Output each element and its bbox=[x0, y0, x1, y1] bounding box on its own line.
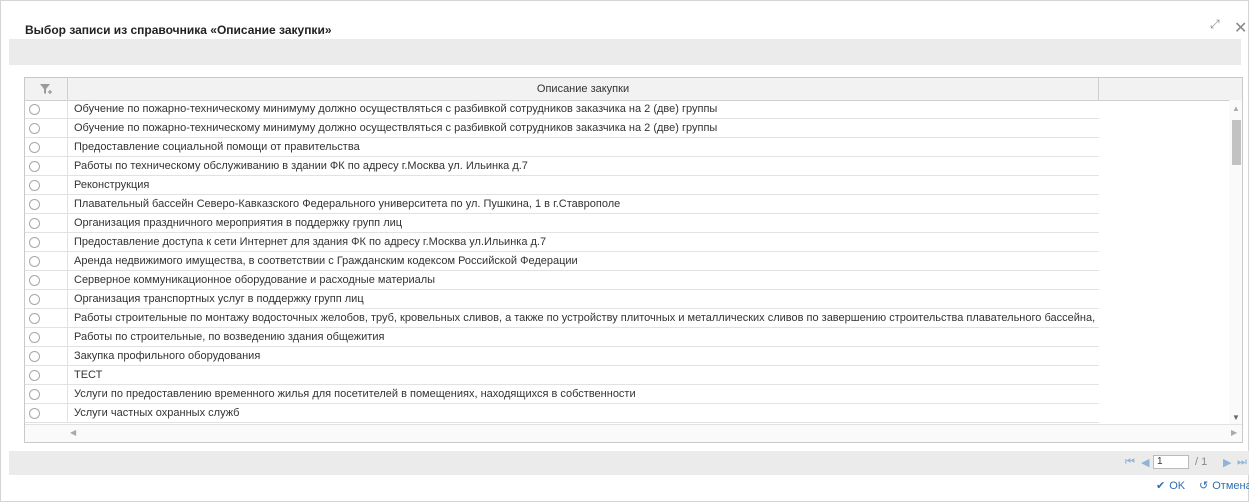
table-row[interactable]: Работы по строительные, по возведению зд… bbox=[25, 328, 1099, 347]
undo-icon: ↺ bbox=[1199, 480, 1209, 492]
toolbar-strip bbox=[9, 39, 1241, 65]
table-row[interactable]: Закупка профильного оборудования bbox=[25, 347, 1099, 366]
table-row[interactable]: Услуги частных охранных служб bbox=[25, 404, 1099, 423]
grid-rows: Обучение по пожарно-техническому минимум… bbox=[25, 100, 1099, 424]
table-row[interactable]: Плавательный бассейн Северо-Кавказского … bbox=[25, 195, 1099, 214]
row-description: Серверное коммуникационное оборудование … bbox=[74, 274, 436, 286]
row-description: Организация праздничного мероприятия в п… bbox=[74, 217, 403, 229]
table-row[interactable]: Обучение по пожарно-техническому минимум… bbox=[25, 100, 1099, 119]
row-radio[interactable] bbox=[29, 389, 40, 400]
prev-page-icon[interactable]: ◀ bbox=[1141, 456, 1149, 469]
row-radio[interactable] bbox=[29, 313, 40, 324]
page-number-input[interactable]: 1 bbox=[1153, 455, 1189, 469]
column-header-empty bbox=[1099, 78, 1242, 100]
pager-bar: ⏮ ◀ 1 / 1 ▶ ⏭ bbox=[9, 451, 1249, 475]
row-radio[interactable] bbox=[29, 218, 40, 229]
close-icon[interactable]: ✕ bbox=[1234, 18, 1247, 38]
row-description: Работы строительные по монтажу водосточн… bbox=[74, 312, 1096, 324]
table-row[interactable]: Услуги по предоставлению временного жиль… bbox=[25, 385, 1099, 404]
row-description: Услуги по предоставлению временного жиль… bbox=[74, 388, 636, 400]
row-description: Работы по техническому обслуживанию в зд… bbox=[74, 160, 528, 172]
cancel-label: Отмена bbox=[1212, 480, 1249, 492]
table-row[interactable]: Работы по техническому обслуживанию в зд… bbox=[25, 157, 1099, 176]
table-row[interactable]: Организация транспортных услуг в поддерж… bbox=[25, 290, 1099, 309]
scroll-left-icon[interactable]: ◀ bbox=[70, 428, 76, 437]
records-grid: Описание закупки Обучение по пожарно-тех… bbox=[24, 77, 1243, 443]
row-description: Предоставление социальной помощи от прав… bbox=[74, 141, 360, 153]
dialog-window: Выбор записи из справочника «Описание за… bbox=[0, 0, 1249, 502]
table-row[interactable]: Предоставление доступа к сети Интернет д… bbox=[25, 233, 1099, 252]
row-description: Реконструкция bbox=[74, 179, 150, 191]
row-radio[interactable] bbox=[29, 294, 40, 305]
dialog-title: Выбор записи из справочника «Описание за… bbox=[25, 23, 332, 37]
row-radio[interactable] bbox=[29, 123, 40, 134]
row-radio[interactable] bbox=[29, 408, 40, 419]
row-radio[interactable] bbox=[29, 142, 40, 153]
row-radio[interactable] bbox=[29, 199, 40, 210]
table-row[interactable]: Организация праздничного мероприятия в п… bbox=[25, 214, 1099, 233]
next-page-icon[interactable]: ▶ bbox=[1223, 456, 1231, 469]
table-row[interactable]: Предоставление социальной помощи от прав… bbox=[25, 138, 1099, 157]
row-radio[interactable] bbox=[29, 104, 40, 115]
row-radio[interactable] bbox=[29, 332, 40, 343]
row-description: Организация транспортных услуг в поддерж… bbox=[74, 293, 364, 305]
dialog-title-bar: Выбор записи из справочника «Описание за… bbox=[1, 1, 1248, 39]
row-description: Обучение по пожарно-техническому минимум… bbox=[74, 103, 718, 115]
row-description: Обучение по пожарно-техническому минимум… bbox=[74, 122, 718, 134]
row-radio[interactable] bbox=[29, 275, 40, 286]
row-description: Аренда недвижимого имущества, в соответс… bbox=[74, 255, 578, 267]
scroll-thumb[interactable] bbox=[1232, 120, 1241, 165]
table-row[interactable]: Аренда недвижимого имущества, в соответс… bbox=[25, 252, 1099, 271]
row-description: Закупка профильного оборудования bbox=[74, 350, 261, 362]
cancel-button[interactable]: ↺ Отмена bbox=[1199, 479, 1249, 492]
scroll-up-icon[interactable]: ▲ bbox=[1232, 104, 1240, 113]
filter-icon[interactable] bbox=[25, 78, 68, 100]
table-row[interactable]: Работы строительные по монтажу водосточн… bbox=[25, 309, 1099, 328]
maximize-icon[interactable]: ⤢ bbox=[1210, 17, 1220, 32]
row-radio[interactable] bbox=[29, 237, 40, 248]
page-total: / 1 bbox=[1195, 456, 1208, 468]
table-row[interactable]: Обучение по пожарно-техническому минимум… bbox=[25, 119, 1099, 138]
row-radio[interactable] bbox=[29, 370, 40, 381]
table-row[interactable]: Реконструкция bbox=[25, 176, 1099, 195]
scroll-down-icon[interactable]: ▼ bbox=[1232, 413, 1240, 422]
ok-button[interactable]: ✔ OK bbox=[1156, 479, 1185, 492]
row-description: Плавательный бассейн Северо-Кавказского … bbox=[74, 198, 621, 210]
row-radio[interactable] bbox=[29, 256, 40, 267]
column-header-description[interactable]: Описание закупки bbox=[68, 78, 1099, 100]
row-description: Предоставление доступа к сети Интернет д… bbox=[74, 236, 547, 248]
ok-label: OK bbox=[1169, 480, 1186, 492]
row-description: Услуги частных охранных служб bbox=[74, 407, 240, 419]
grid-header: Описание закупки bbox=[25, 78, 1242, 101]
row-radio[interactable] bbox=[29, 351, 40, 362]
vertical-scrollbar[interactable]: ▲ ▼ bbox=[1229, 100, 1242, 424]
row-radio[interactable] bbox=[29, 161, 40, 172]
first-page-icon[interactable]: ⏮ bbox=[1125, 456, 1135, 469]
table-row[interactable]: ТЕСТ bbox=[25, 366, 1099, 385]
table-row[interactable]: Серверное коммуникационное оборудование … bbox=[25, 271, 1099, 290]
scroll-right-icon[interactable]: ▶ bbox=[1231, 428, 1237, 437]
row-description: Работы по строительные, по возведению зд… bbox=[74, 331, 385, 343]
check-icon: ✔ bbox=[1156, 480, 1166, 492]
row-radio[interactable] bbox=[29, 180, 40, 191]
horizontal-scrollbar[interactable]: ◀ ▶ bbox=[25, 424, 1242, 442]
last-page-icon[interactable]: ⏭ bbox=[1237, 456, 1247, 469]
row-description: ТЕСТ bbox=[74, 369, 103, 381]
